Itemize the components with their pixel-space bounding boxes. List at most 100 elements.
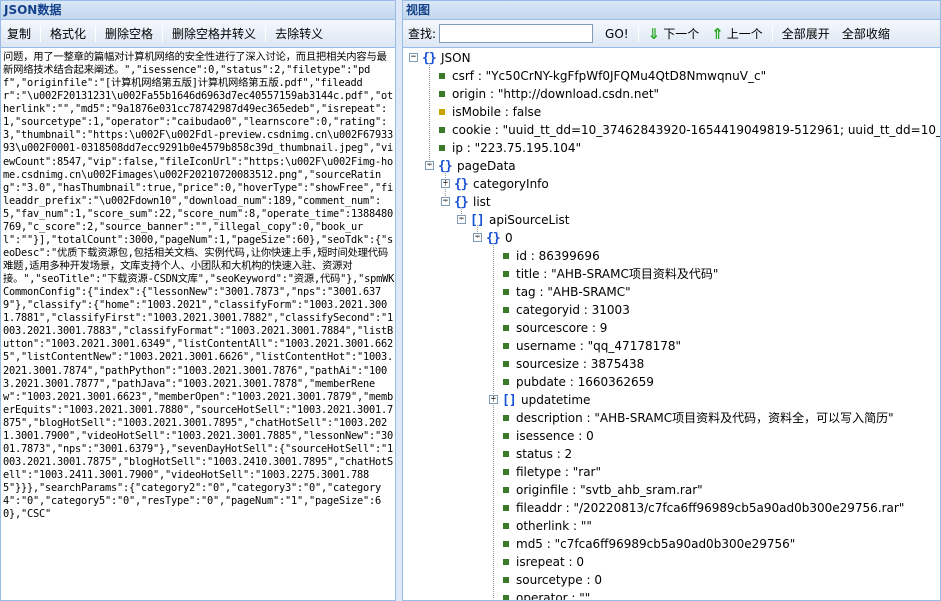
value-icon: [503, 469, 509, 475]
value-icon: [503, 343, 509, 349]
tree-node-label: sourcetype : 0: [516, 573, 602, 587]
tree-node[interactable]: fileaddr : "/20220813/c7fca6ff96989cb5a9…: [403, 499, 940, 517]
tree-node[interactable]: id : 86399696: [403, 247, 940, 265]
toolbar-separator: [265, 25, 267, 42]
tree-node[interactable]: origin : "http://download.csdn.net": [403, 85, 940, 103]
tree-node[interactable]: md5 : "c7fca6ff96989cb5a90ad0b300e29756": [403, 535, 940, 553]
value-icon: [503, 559, 509, 565]
tree-node[interactable]: −{} pageData: [403, 157, 940, 175]
collapse-all-button[interactable]: 全部收缩: [836, 25, 896, 43]
value-icon: [503, 487, 509, 493]
value-icon: [439, 91, 445, 97]
tree-view-panel: 视图 查找: GO! ⇓ 下一个 ⇑ 上一个 全部展开 全部收缩 −{} JSON cs…: [402, 0, 941, 601]
toolbar-separator: [95, 25, 97, 42]
tree-node-label: originfile : "svtb_ahb_sram.rar": [516, 483, 703, 497]
collapse-toggle-icon[interactable]: −: [409, 53, 418, 62]
tree-node-label: origin : "http://download.csdn.net": [452, 87, 660, 101]
value-icon: [503, 271, 509, 277]
tree-node[interactable]: tag : "AHB-SRAMC": [403, 283, 940, 301]
tree-node-label: fileaddr : "/20220813/c7fca6ff96989cb5a9…: [516, 501, 905, 515]
value-icon: [503, 433, 509, 439]
tree-node-label: isrepeat : 0: [516, 555, 585, 569]
tree-node[interactable]: isrepeat : 0: [403, 553, 940, 571]
toolbar-separator: [40, 25, 42, 42]
tree-node-label: md5 : "c7fca6ff96989cb5a90ad0b300e29756": [516, 537, 796, 551]
value-icon: [503, 541, 509, 547]
tree-node-label: JSON: [441, 51, 471, 65]
tree-node[interactable]: categoryid : 31003: [403, 301, 940, 319]
json-tree: −{} JSON csrf : "Yc50CrNY-kgFfpWf0JFQMu4Qt…: [403, 49, 940, 601]
tree-node-label: id : 86399696: [516, 249, 600, 263]
format-button[interactable]: 格式化: [44, 25, 92, 43]
tree-node[interactable]: originfile : "svtb_ahb_sram.rar": [403, 481, 940, 499]
tree-node[interactable]: filetype : "rar": [403, 463, 940, 481]
expand-all-button[interactable]: 全部展开: [776, 25, 836, 43]
boolean-value-icon: [439, 109, 445, 115]
go-button[interactable]: GO!: [599, 25, 635, 43]
tree-node[interactable]: sourcetype : 0: [403, 571, 940, 589]
tree-node-label: operator : "": [516, 591, 591, 601]
tree-node-label: csrf : "Yc50CrNY-kgFfpWf0JFQMu4QtD8Nmwqn…: [452, 69, 767, 83]
remove-spaces-escape-button[interactable]: 删除空格并转义: [166, 25, 262, 43]
tree-node[interactable]: −[] apiSourceList: [403, 211, 940, 229]
tree-node[interactable]: csrf : "Yc50CrNY-kgFfpWf0JFQMu4QtD8Nmwqn…: [403, 67, 940, 85]
tree-node[interactable]: isMobile : false: [403, 103, 940, 121]
toolbar-separator: [771, 25, 773, 42]
tree-node[interactable]: status : 2: [403, 445, 940, 463]
tree-node-label: categoryInfo: [473, 177, 549, 191]
tree-node[interactable]: operator : "": [403, 589, 940, 601]
tree-node-label: pubdate : 1660362659: [516, 375, 654, 389]
tree-node[interactable]: −{} 0: [403, 229, 940, 247]
tree-node[interactable]: description : "AHB-SRAMC项目资料及代码，资料全，可以写入…: [403, 409, 940, 427]
tree-node[interactable]: pubdate : 1660362659: [403, 373, 940, 391]
value-icon: [503, 595, 509, 600]
value-icon: [503, 379, 509, 385]
tree-node-label: ip : "223.75.195.104": [452, 141, 582, 155]
tree-view-title: 视图: [403, 1, 940, 20]
tree-node-label: pageData: [457, 159, 516, 173]
tree-node-label: sourcesize : 3875438: [516, 357, 645, 371]
tree-node-label: apiSourceList: [489, 213, 570, 227]
tree-node-label: tag : "AHB-SRAMC": [516, 285, 631, 299]
json-toolbar: 复制 格式化 删除空格 删除空格并转义 去除转义: [1, 20, 395, 48]
value-icon: [503, 307, 509, 313]
tree-guide-line: [429, 63, 430, 166]
value-icon: [503, 523, 509, 529]
tree-node[interactable]: sourcescore : 9: [403, 319, 940, 337]
json-textarea[interactable]: 问题，用了一整章的篇幅对计算机网络的安全性进行了深入讨论，而且把相关内容与最新网…: [1, 49, 395, 600]
tree-node-label: title : "AHB-SRAMC项目资料及代码": [516, 267, 719, 281]
tree-node[interactable]: −{} list: [403, 193, 940, 211]
toolbar-separator: [162, 25, 164, 42]
next-label: 下一个: [663, 26, 700, 41]
tree-node[interactable]: ip : "223.75.195.104": [403, 139, 940, 157]
tree-node[interactable]: cookie : "uuid_tt_dd=10_37462843920-1654…: [403, 121, 940, 139]
tree-node[interactable]: +[] updatetime: [403, 391, 940, 409]
value-icon: [503, 253, 509, 259]
tree-node[interactable]: otherlink : "": [403, 517, 940, 535]
tree-node-label: sourcescore : 9: [516, 321, 608, 335]
prev-button[interactable]: ⇑ 上一个: [705, 25, 769, 43]
next-button[interactable]: ⇓ 下一个: [642, 25, 706, 43]
search-input[interactable]: [439, 24, 594, 43]
value-icon: [503, 577, 509, 583]
value-icon: [439, 145, 445, 151]
tree-node-label: categoryid : 31003: [516, 303, 630, 317]
json-data-title: JSON数据: [1, 1, 395, 20]
search-label: 查找:: [408, 27, 437, 41]
tree-node[interactable]: title : "AHB-SRAMC项目资料及代码": [403, 265, 940, 283]
tree-guide-line: [461, 207, 462, 220]
tree-node[interactable]: isessence : 0: [403, 427, 940, 445]
tree-node-label: updatetime: [521, 393, 591, 407]
tree-node[interactable]: username : "qq_47178178": [403, 337, 940, 355]
tree-node[interactable]: +{} categoryInfo: [403, 175, 940, 193]
arrow-down-icon: ⇓: [647, 24, 661, 43]
tree-guide-line: [493, 243, 494, 598]
unescape-button[interactable]: 去除转义: [269, 25, 329, 43]
tree-node[interactable]: −{} JSON: [403, 49, 940, 67]
tree-node-label: 0: [505, 231, 513, 245]
remove-spaces-button[interactable]: 删除空格: [99, 25, 159, 43]
tree-node[interactable]: sourcesize : 3875438: [403, 355, 940, 373]
array-brackets-icon: []: [502, 393, 517, 408]
value-icon: [439, 127, 445, 133]
copy-button[interactable]: 复制: [1, 25, 37, 43]
